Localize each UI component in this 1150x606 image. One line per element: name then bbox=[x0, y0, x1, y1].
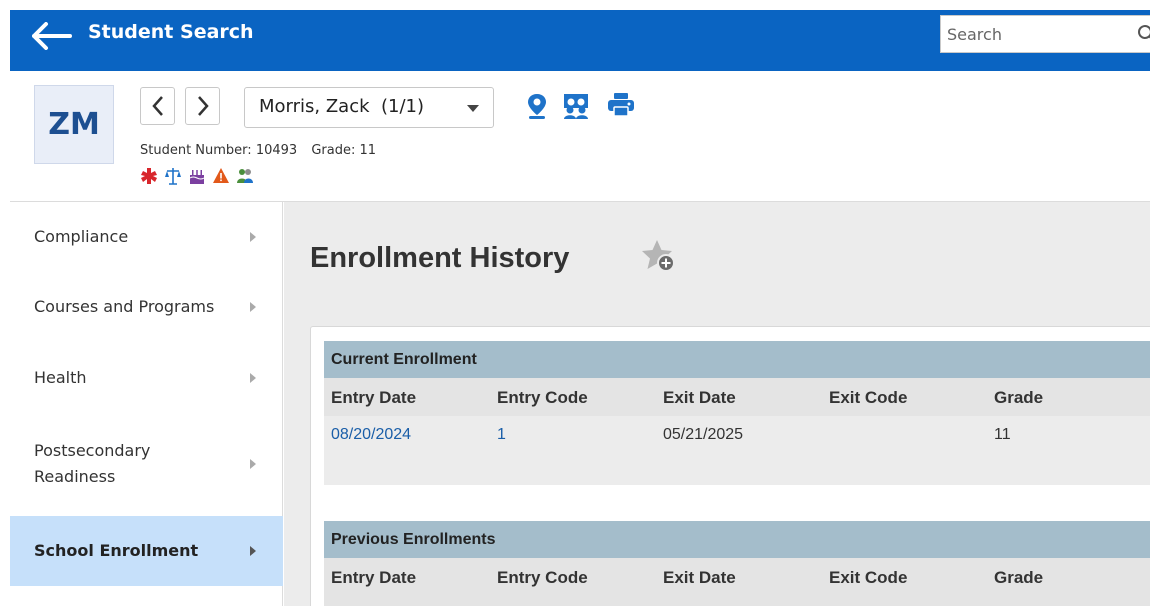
sidebar-item-label: Compliance bbox=[34, 227, 129, 247]
student-select[interactable]: Morris, Zack (1/1) bbox=[244, 87, 494, 128]
group-icon[interactable] bbox=[236, 167, 254, 185]
column-header: Entry Code bbox=[497, 388, 588, 407]
student-name: Morris, Zack (1/1) bbox=[259, 96, 424, 117]
print-icon[interactable] bbox=[608, 93, 634, 117]
column-header: Grade bbox=[994, 568, 1044, 587]
birthday-icon[interactable] bbox=[188, 167, 206, 185]
sidebar-item-label: Courses and Programs bbox=[34, 297, 215, 317]
sidebar-item-school-enrollment[interactable]: School Enrollment bbox=[10, 516, 283, 586]
caret-right-icon bbox=[250, 373, 256, 383]
enrollment-panel: Current Enrollment Entry Date Entry Code… bbox=[310, 326, 1150, 606]
section-heading: Current Enrollment bbox=[324, 341, 1150, 378]
student-grade: Grade: 11 bbox=[311, 143, 377, 158]
sidebar-item-health[interactable]: Health bbox=[10, 342, 283, 414]
sidebar-item-postsecondary-readiness[interactable]: Postsecondary Readiness bbox=[10, 414, 283, 514]
page-header-title[interactable]: Student Search bbox=[88, 21, 254, 43]
sidebar-item-label: Postsecondary Readiness bbox=[34, 441, 151, 486]
next-student-button[interactable] bbox=[185, 87, 220, 125]
current-enrollment-section: Current Enrollment Entry Date Entry Code… bbox=[324, 341, 1150, 485]
sidebar-item-courses-and-programs[interactable]: Courses and Programs bbox=[10, 272, 283, 342]
search-input[interactable] bbox=[947, 16, 1132, 52]
chevron-right-icon bbox=[197, 96, 209, 116]
column-header: Entry Code bbox=[497, 568, 588, 587]
exit-date: 05/21/2025 bbox=[663, 426, 744, 443]
back-arrow-icon[interactable] bbox=[32, 22, 72, 50]
table-header-row: Entry Date Entry Code Exit Date Exit Cod… bbox=[324, 558, 1150, 596]
alert-icons bbox=[140, 167, 254, 185]
column-header: Entry Date bbox=[331, 568, 417, 587]
table-row: 08/20/2024 1 05/21/2025 11 bbox=[324, 416, 1150, 485]
medical-alert-icon[interactable] bbox=[140, 167, 158, 185]
people-icon[interactable] bbox=[562, 93, 590, 119]
caret-right-icon bbox=[250, 302, 256, 312]
map-pin-icon[interactable] bbox=[526, 93, 548, 119]
top-bar: Student Search bbox=[10, 10, 1150, 71]
add-favorite-star-icon[interactable] bbox=[640, 238, 678, 274]
caret-right-icon bbox=[250, 546, 256, 556]
previous-enrollments-section: Previous Enrollments Entry Date Entry Co… bbox=[324, 521, 1150, 606]
legal-scale-icon[interactable] bbox=[164, 167, 182, 185]
column-header: Exit Date bbox=[663, 388, 736, 407]
column-header: Exit Code bbox=[829, 568, 908, 587]
student-meta: Student Number: 10493 Grade: 11 bbox=[140, 143, 376, 158]
column-header: Entry Date bbox=[331, 388, 417, 407]
section-heading: Previous Enrollments bbox=[324, 521, 1150, 558]
caret-right-icon bbox=[250, 232, 256, 242]
main-content: Enrollment History Current Enrollment En… bbox=[284, 202, 1150, 606]
search-box bbox=[940, 15, 1150, 53]
sidebar-item-label: School Enrollment bbox=[34, 541, 199, 561]
page-title: Enrollment History bbox=[310, 242, 570, 274]
warning-icon[interactable] bbox=[212, 167, 230, 185]
grade: 11 bbox=[994, 426, 1011, 443]
student-number: Student Number: 10493 bbox=[140, 143, 298, 158]
column-header: Grade bbox=[994, 388, 1044, 407]
table-header-row: Entry Date Entry Code Exit Date Exit Cod… bbox=[324, 378, 1150, 416]
search-icon[interactable] bbox=[1137, 24, 1150, 44]
student-header: ZM Morris, Zack (1/1) Student Number: 10… bbox=[10, 71, 1150, 202]
previous-student-button[interactable] bbox=[140, 87, 175, 125]
column-header: Exit Date bbox=[663, 568, 736, 587]
chevron-left-icon bbox=[151, 96, 163, 116]
sidebar-item-compliance[interactable]: Compliance bbox=[10, 202, 283, 272]
caret-down-icon bbox=[467, 105, 479, 112]
column-header: Exit Code bbox=[829, 388, 908, 407]
caret-right-icon bbox=[250, 459, 256, 469]
entry-date-link[interactable]: 08/20/2024 bbox=[331, 426, 411, 444]
sidebar: Compliance Courses and Programs Health P… bbox=[10, 202, 283, 606]
sidebar-item-label: Health bbox=[34, 368, 87, 388]
entry-code-link[interactable]: 1 bbox=[497, 426, 506, 444]
avatar: ZM bbox=[34, 85, 114, 164]
